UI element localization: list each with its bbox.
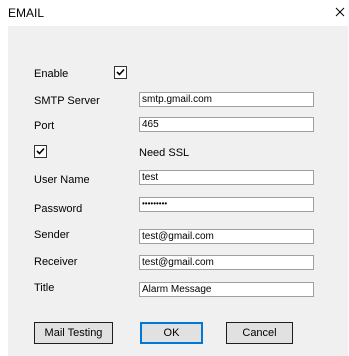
title-label: Title	[34, 282, 55, 294]
smtp-server-label: SMTP Server	[34, 95, 100, 107]
cancel-button[interactable]: Cancel	[226, 322, 293, 344]
ok-button[interactable]: OK	[140, 322, 203, 344]
sender-label: Sender	[34, 229, 70, 241]
user-name-label: User Name	[34, 174, 90, 186]
mail-testing-button[interactable]: Mail Testing	[34, 322, 113, 344]
close-button[interactable]	[333, 5, 347, 19]
port-field[interactable]: 465	[139, 117, 314, 132]
password-field[interactable]: •••••••••	[139, 197, 314, 212]
title-bar: EMAIL	[0, 0, 349, 26]
enable-checkbox[interactable]	[114, 66, 127, 79]
title-field[interactable]: Alarm Message	[139, 282, 314, 297]
checkmark-icon	[116, 68, 125, 76]
port-label: Port	[34, 120, 55, 132]
user-name-field[interactable]: test	[139, 170, 314, 185]
password-label: Password	[34, 203, 83, 215]
checkmark-icon	[36, 147, 45, 155]
need-ssl-label: Need SSL	[139, 147, 190, 159]
close-icon	[335, 7, 345, 17]
receiver-field[interactable]: test@gmail.com	[139, 255, 314, 270]
need-ssl-checkbox[interactable]	[34, 145, 47, 158]
smtp-server-field[interactable]: smtp.gmail.com	[139, 92, 314, 107]
enable-label: Enable	[34, 68, 69, 80]
sender-field[interactable]: test@gmail.com	[139, 229, 314, 244]
window-title: EMAIL	[8, 6, 45, 20]
receiver-label: Receiver	[34, 256, 78, 268]
